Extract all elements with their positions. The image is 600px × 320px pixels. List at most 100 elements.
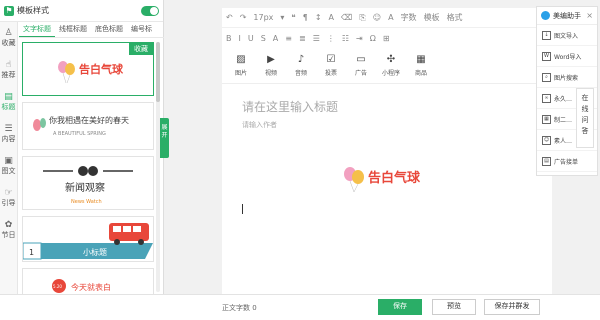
helper-item-label: 广告接单: [554, 158, 579, 166]
emoji-icon[interactable]: ☺: [373, 13, 381, 22]
insert-goods-button[interactable]: ▦ 商品: [406, 54, 436, 77]
tab-number-title[interactable]: 编号标: [127, 22, 156, 37]
special-char-icon[interactable]: Ω: [370, 34, 376, 43]
clear-format-icon[interactable]: ⌫: [341, 13, 352, 22]
template-card[interactable]: 你我相遇在美好的春天 A BEAUTIFUL SPRING: [22, 102, 154, 150]
chevron-down-icon[interactable]: ▾: [280, 13, 284, 22]
template-button[interactable]: 模板: [424, 12, 440, 23]
template-card[interactable]: 收藏 告白气球: [22, 42, 154, 96]
category-image-text[interactable]: ▣ 图文: [0, 150, 17, 182]
category-nav: ♙ 收藏 ☝ 推荐 ▤ 标题 ☰ 内容 ▣ 图文 ☞ 引导 ✿ 节日: [0, 22, 18, 300]
indent-icon[interactable]: ⇥: [356, 34, 363, 43]
content-balloon-logo: 告白气球: [344, 167, 421, 193]
helper-item-ad-order[interactable]: ▤ 广告接单: [537, 151, 597, 172]
category-collect[interactable]: ♙ 收藏: [0, 22, 17, 54]
align-right-icon[interactable]: ☰: [313, 34, 320, 43]
bold-icon[interactable]: B: [226, 34, 232, 43]
goods-icon: ▦: [416, 54, 426, 65]
category-title[interactable]: ▤ 标题: [0, 86, 17, 118]
text-caret: [242, 204, 243, 214]
guide-icon: ☞: [4, 188, 13, 198]
format-painter-icon[interactable]: ⎘: [359, 13, 365, 23]
category-content[interactable]: ☰ 内容: [0, 118, 17, 150]
redo-icon[interactable]: ↷: [240, 13, 247, 22]
helper-item-import[interactable]: ↓ 图文导入: [537, 25, 597, 46]
template-scrollbar[interactable]: [156, 42, 160, 292]
line-height-icon[interactable]: ↕: [315, 13, 322, 22]
insert-label: 视频: [264, 70, 277, 77]
category-festival[interactable]: ✿ 节日: [0, 214, 17, 246]
template-card[interactable]: 1 小标题: [22, 216, 154, 262]
insert-label: 小程序: [381, 70, 400, 77]
save-button[interactable]: 保存: [378, 299, 422, 315]
sub-tabs: 文字标题 线框标题 底色标题 编号标: [19, 22, 164, 38]
binocular-icon: [78, 166, 88, 176]
font-color-icon[interactable]: A: [329, 13, 334, 22]
collect-badge[interactable]: 收藏: [129, 43, 153, 55]
font-size-select[interactable]: 17px: [253, 13, 273, 22]
paragraph-icon[interactable]: ¶: [303, 13, 308, 22]
table-icon[interactable]: ⊞: [383, 34, 390, 43]
panel-title: 模板样式: [17, 6, 49, 15]
undo-icon[interactable]: ↶: [226, 13, 233, 22]
card1-text: 告白气球: [79, 62, 124, 76]
insert-video-button[interactable]: ▶ 视频: [256, 54, 286, 77]
align-center-icon[interactable]: ≣: [299, 34, 306, 43]
word-count: 正文字数 0: [222, 304, 257, 312]
list-icon[interactable]: ⋮: [327, 34, 335, 43]
ad-order-icon: ▤: [542, 156, 551, 166]
save-and-publish-button[interactable]: 保存并群发: [484, 299, 540, 315]
toolbar-row-2: B I U S A ≡ ≣ ☰ ⋮ ☷ ⇥ Ω ⊞: [222, 28, 552, 48]
card2-text: 你我相遇在美好的春天: [49, 115, 129, 125]
italic-icon[interactable]: I: [239, 34, 241, 43]
insert-image-button[interactable]: ▨ 图片: [226, 54, 256, 77]
qrcode-icon: ▦: [542, 114, 551, 124]
tab-frame-title[interactable]: 线框标题: [55, 22, 91, 37]
scroll-thumb[interactable]: [156, 42, 160, 102]
image-text-icon: ▣: [4, 156, 13, 166]
category-recommend[interactable]: ☝ 推荐: [0, 54, 17, 86]
title-input[interactable]: 请在这里输入标题: [242, 98, 338, 115]
insert-audio-button[interactable]: ♪ 音频: [286, 54, 316, 77]
online-qa-button[interactable]: 在线问答: [576, 88, 594, 148]
bus-title-graphic: 1 小标题: [22, 223, 153, 260]
toolbar-row-1: ↶ ↷ 17px ▾ ❝ ¶ ↕ A ⌫ ⎘ ☺ A 字数 模板 格式: [222, 8, 552, 28]
insert-ad-button[interactable]: ▭ 广告: [346, 54, 376, 77]
panel-toggle[interactable]: [141, 5, 159, 16]
tab-bg-title[interactable]: 底色标题: [91, 22, 127, 37]
preview-button[interactable]: 预览: [432, 299, 476, 315]
align-left-icon[interactable]: ≡: [285, 34, 292, 43]
card3-text: 新闻观察: [65, 181, 105, 194]
import-icon: ↓: [542, 30, 551, 40]
helper-item-image-search[interactable]: ⌕ 图片搜索: [537, 67, 597, 88]
panel-logo-icon: ⚑: [4, 5, 14, 16]
category-label: 标题: [1, 103, 16, 111]
underline-icon[interactable]: U: [248, 34, 254, 43]
author-input[interactable]: 请输入作者: [242, 120, 277, 130]
helper-title: 美编助手: [553, 11, 581, 20]
leaf-icon: [40, 118, 46, 128]
bottom-bar: 正文字数 0 保存 预览 保存并群发: [0, 294, 600, 320]
strikethrough-icon[interactable]: S: [261, 34, 266, 43]
panel-header: ⚑ 模板样式: [0, 0, 163, 22]
tab-text-title[interactable]: 文字标题: [19, 22, 55, 37]
card5-badge: 5.20: [53, 284, 62, 289]
quote-icon[interactable]: ❝: [291, 13, 295, 22]
spring-title-graphic: 你我相遇在美好的春天 A BEAUTIFUL SPRING: [33, 115, 129, 137]
user-icon: ☺: [542, 135, 551, 145]
word-count-button[interactable]: 字数: [401, 12, 417, 23]
insert-mini-program-button[interactable]: ✣ 小程序: [376, 54, 406, 77]
text-color-icon[interactable]: A: [273, 34, 278, 43]
insert-vote-button[interactable]: ☑ 投票: [316, 54, 346, 77]
helper-item-word[interactable]: W Word导入: [537, 46, 597, 67]
format-button[interactable]: 格式: [447, 12, 463, 23]
helper-item-label: 图片搜索: [554, 74, 579, 82]
card4-num: 1: [29, 248, 34, 257]
audio-icon: ♪: [297, 54, 305, 65]
ordered-list-icon[interactable]: ☷: [342, 34, 349, 43]
category-guide[interactable]: ☞ 引导: [0, 182, 17, 214]
template-card[interactable]: 新闻观察 News Watch: [22, 156, 154, 210]
text-style-icon[interactable]: A: [388, 13, 393, 22]
expand-button[interactable]: 展开: [160, 118, 169, 158]
close-icon[interactable]: ×: [586, 11, 593, 20]
